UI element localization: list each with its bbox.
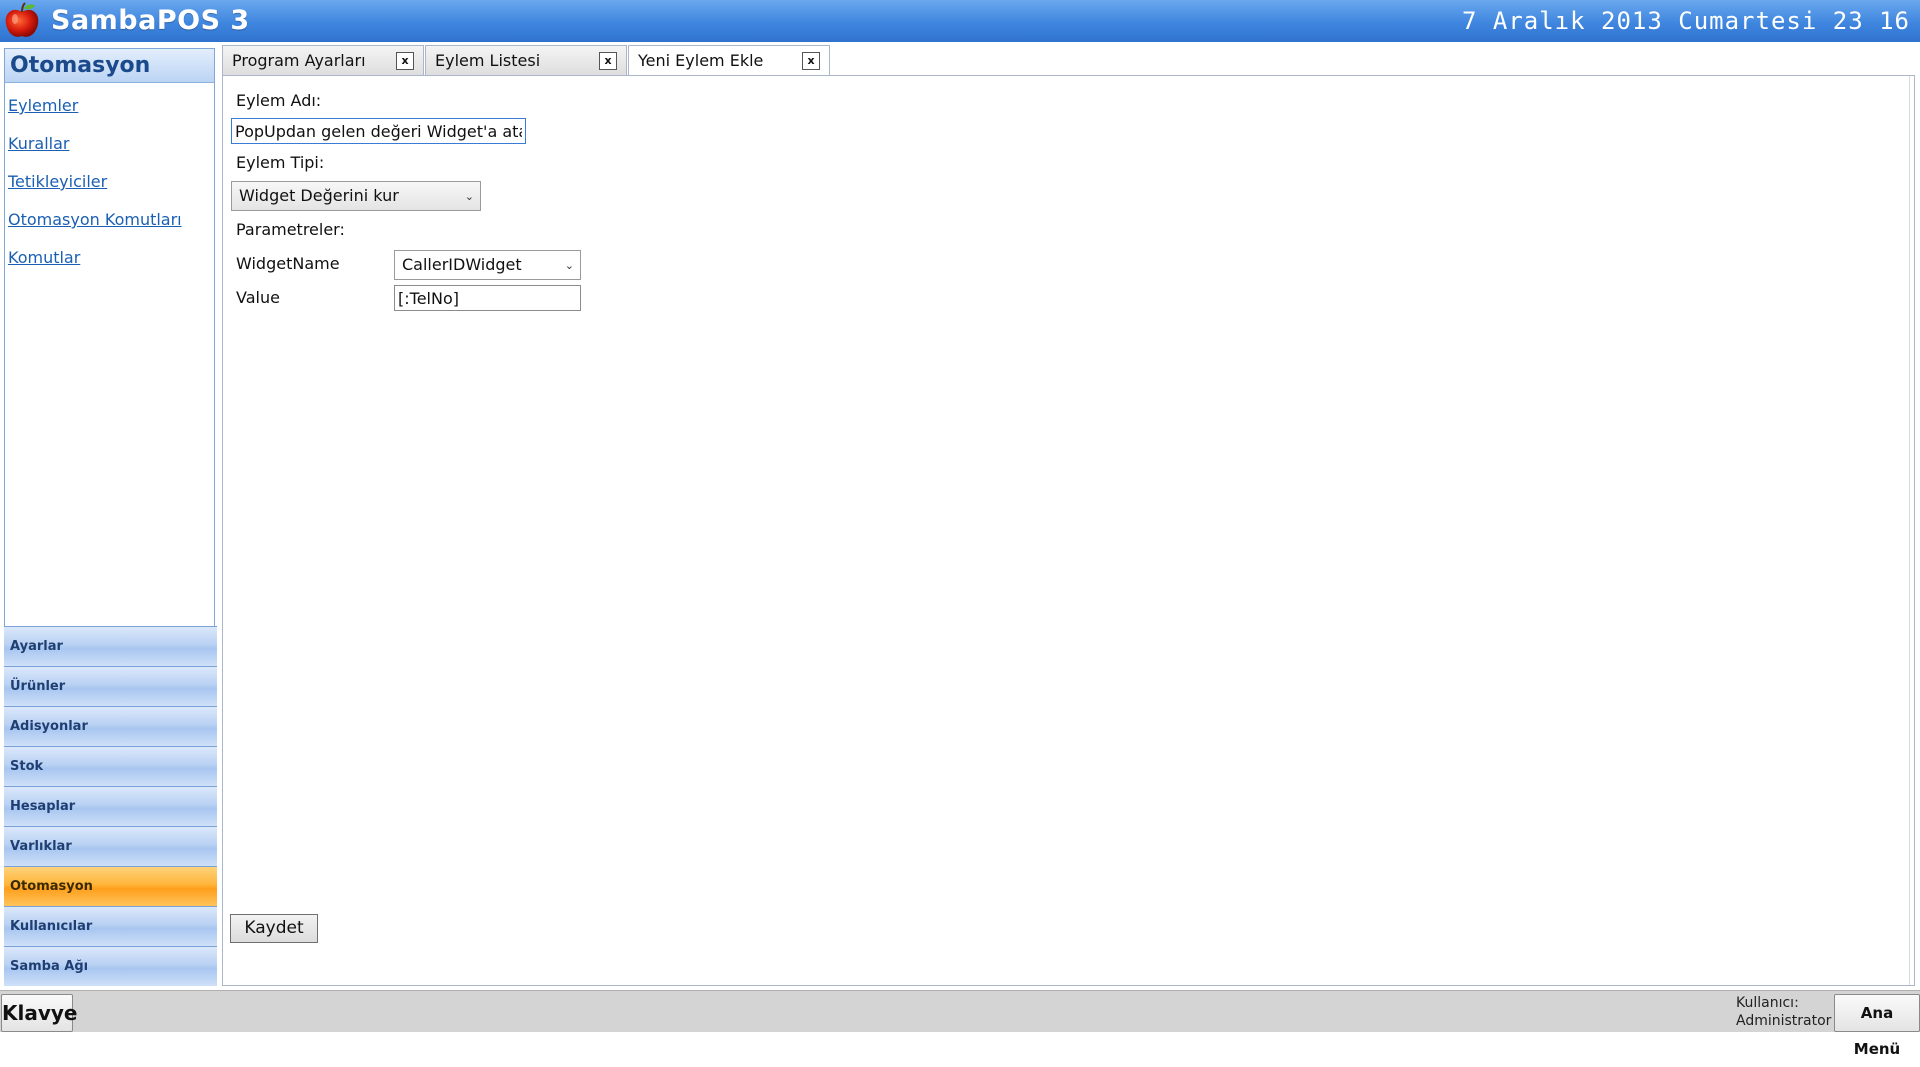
tab-label: Yeni Eylem Ekle (638, 51, 764, 70)
param-widgetname-label: WidgetName (236, 254, 340, 273)
nav-samba-agi[interactable]: Samba Ağı (4, 946, 217, 986)
link-komutlar[interactable]: Komutlar (8, 239, 214, 277)
link-eylemler[interactable]: Eylemler (8, 87, 214, 125)
link-tetikleyiciler[interactable]: Tetikleyiciler (8, 163, 214, 201)
nav-stok[interactable]: Stok (4, 746, 217, 786)
nav-urunler[interactable]: Ürünler (4, 666, 217, 706)
tab-label: Program Ayarları (232, 51, 366, 70)
chevron-down-icon: ⌄ (464, 190, 474, 203)
action-type-value: Widget Değerini kur (239, 186, 399, 205)
apple-icon (5, 2, 39, 37)
save-button[interactable]: Kaydet (230, 914, 318, 943)
close-icon[interactable]: x (599, 52, 617, 70)
automation-links: Eylemler Kurallar Tetikleyiciler Otomasy… (5, 83, 214, 277)
action-editor: Eylem Adı: Eylem Tipi: Widget Değerini k… (222, 75, 1915, 986)
left-panel: Otomasyon Eylemler Kurallar Tetikleyicil… (4, 48, 217, 986)
user-info: Kullanıcı: Administrator (1736, 994, 1831, 1030)
action-type-select[interactable]: Widget Değerini kur ⌄ (231, 181, 481, 211)
chevron-down-icon: ⌄ (564, 259, 574, 272)
tab-eylem-listesi[interactable]: Eylem Listesi x (425, 45, 627, 75)
parameters-label: Parametreler: (236, 220, 345, 239)
keyboard-button[interactable]: Klavye (1, 994, 78, 1032)
left-panel-header: Otomasyon (5, 49, 214, 83)
value-input[interactable] (394, 285, 581, 311)
user-name: Administrator (1736, 1013, 1832, 1029)
scrollbar[interactable] (1909, 76, 1914, 985)
close-icon[interactable]: x (396, 52, 414, 70)
nav-otomasyon[interactable]: Otomasyon (4, 866, 217, 906)
nav-hesaplar[interactable]: Hesaplar (4, 786, 217, 826)
action-name-input[interactable] (231, 118, 526, 144)
clock: 7 Aralık 2013 Cumartesi 23 16 (1461, 7, 1910, 35)
action-name-label: Eylem Adı: (236, 91, 322, 110)
nav-ayarlar[interactable]: Ayarlar (4, 626, 217, 666)
nav-adisyonlar[interactable]: Adisyonlar (4, 706, 217, 746)
title-bar: SambaPOS 3 7 Aralık 2013 Cumartesi 23 16 (0, 0, 1920, 42)
user-label: Kullanıcı: (1736, 995, 1799, 1011)
link-otomasyon-komutlari[interactable]: Otomasyon Komutları (8, 201, 214, 239)
tab-yeni-eylem-ekle[interactable]: Yeni Eylem Ekle x (628, 45, 830, 76)
bottom-bar: Klavye Kullanıcı: Administrator Ana Menü (0, 990, 1920, 1058)
main-menu-button[interactable]: Ana Menü (1834, 994, 1920, 1058)
param-value-label: Value (236, 288, 280, 307)
link-kurallar[interactable]: Kurallar (8, 125, 214, 163)
module-nav: Ayarlar Ürünler Adisyonlar Stok Hesaplar… (4, 626, 217, 986)
action-type-label: Eylem Tipi: (236, 153, 325, 172)
tab-program-ayarlari[interactable]: Program Ayarları x (222, 45, 424, 75)
widgetname-select[interactable]: CallerIDWidget ⌄ (394, 250, 581, 280)
nav-varliklar[interactable]: Varlıklar (4, 826, 217, 866)
tab-label: Eylem Listesi (435, 51, 541, 70)
nav-kullanicilar[interactable]: Kullanıcılar (4, 906, 217, 946)
app-title: SambaPOS 3 (51, 5, 250, 36)
widgetname-value: CallerIDWidget (402, 255, 522, 274)
close-icon[interactable]: x (802, 52, 820, 70)
